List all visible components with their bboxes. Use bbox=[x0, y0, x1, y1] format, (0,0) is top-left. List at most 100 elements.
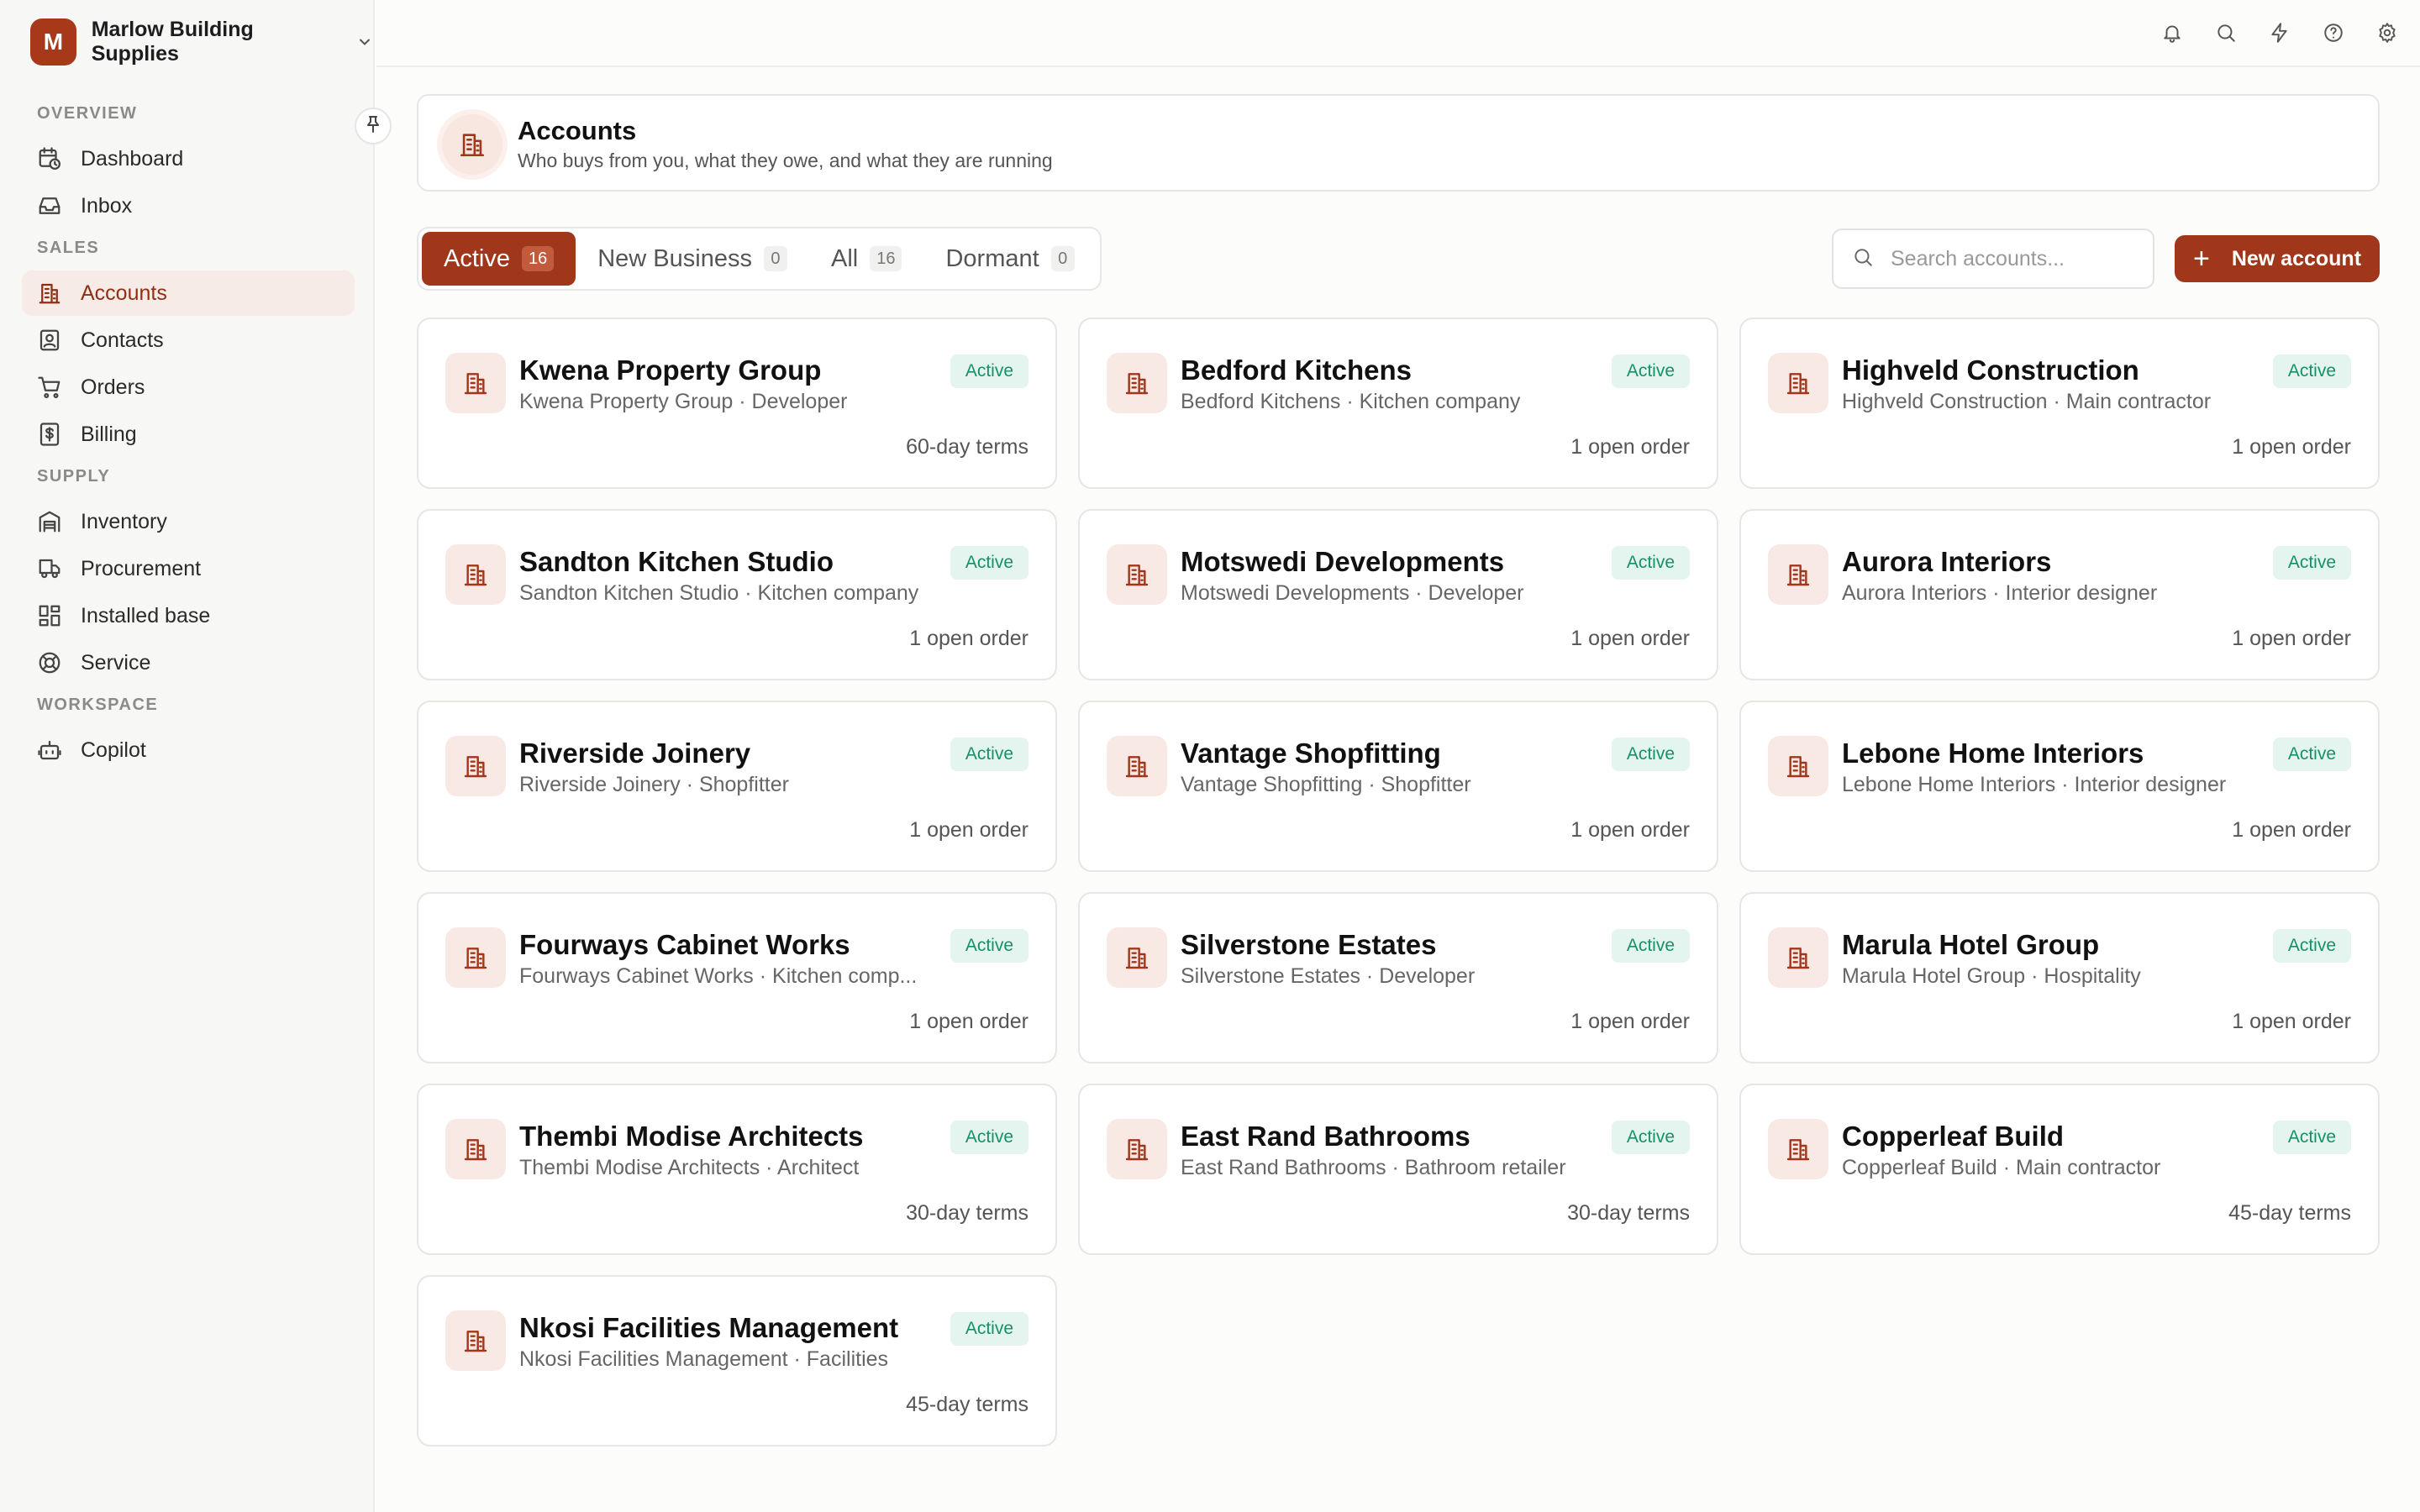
sidebar-item-label: Inbox bbox=[81, 193, 133, 218]
account-name: Lebone Home Interiors bbox=[1842, 738, 2144, 769]
topbar bbox=[376, 0, 2420, 67]
building-icon bbox=[1107, 353, 1167, 413]
account-card[interactable]: East Rand Bathrooms East Rand Bathrooms ·… bbox=[1078, 1084, 1718, 1255]
sidebar-item-accounts[interactable]: Accounts bbox=[22, 270, 355, 316]
sidebar-item-procurement[interactable]: Procurement bbox=[22, 546, 355, 591]
pin-sidebar-button[interactable] bbox=[355, 108, 392, 144]
status-badge: Active bbox=[2272, 354, 2351, 388]
sidebar-item-installed-base[interactable]: Installed base bbox=[22, 593, 355, 638]
tab-all[interactable]: All 16 bbox=[809, 232, 923, 286]
account-meta: 30-day terms bbox=[1567, 1201, 1690, 1225]
building-icon bbox=[442, 114, 502, 175]
account-filter-tabs: Active 16 New Business 0 All 16 Dormant … bbox=[417, 227, 1102, 291]
account-card[interactable]: Fourways Cabinet Works Fourways Cabinet W… bbox=[417, 892, 1057, 1063]
account-subtitle: Thembi Modise Architects · Architect bbox=[519, 1156, 860, 1179]
new-account-button[interactable]: + New account bbox=[2175, 235, 2380, 282]
building-icon bbox=[1768, 1119, 1828, 1179]
building-icon bbox=[1107, 1119, 1167, 1179]
account-card[interactable]: Vantage Shopfitting Vantage Shopfitting ·… bbox=[1078, 701, 1718, 872]
account-card[interactable]: Bedford Kitchens Bedford Kitchens · Kitch… bbox=[1078, 318, 1718, 489]
sidebar-item-billing[interactable]: Billing bbox=[22, 412, 355, 457]
building-icon bbox=[1768, 353, 1828, 413]
building-icon bbox=[445, 1119, 506, 1179]
account-card[interactable]: Silverstone Estates Silverstone Estates ·… bbox=[1078, 892, 1718, 1063]
account-card[interactable]: Lebone Home Interiors Lebone Home Interio… bbox=[1739, 701, 2380, 872]
account-card[interactable]: Copperleaf Build Copperleaf Build · Main … bbox=[1739, 1084, 2380, 1255]
account-meta: 30-day terms bbox=[906, 1201, 1028, 1225]
status-badge: Active bbox=[1611, 929, 1690, 963]
tab-new-business[interactable]: New Business 0 bbox=[576, 232, 809, 286]
account-card[interactable]: Highveld Construction Highveld Constructi… bbox=[1739, 318, 2380, 489]
nav-section-sales: SALES bbox=[37, 239, 100, 257]
sidebar-item-label: Service bbox=[81, 650, 151, 675]
status-badge: Active bbox=[1611, 1121, 1690, 1154]
search-icon bbox=[1852, 246, 1874, 272]
status-badge: Active bbox=[1611, 738, 1690, 771]
building-icon bbox=[1107, 927, 1167, 988]
bell-icon[interactable] bbox=[2158, 18, 2186, 47]
account-name: Marula Hotel Group bbox=[1842, 929, 2100, 960]
pin-icon bbox=[363, 114, 383, 139]
account-meta: 1 open order bbox=[1570, 627, 1690, 650]
account-subtitle: Bedford Kitchens · Kitchen company bbox=[1181, 390, 1521, 413]
sidebar-item-label: Contacts bbox=[81, 328, 164, 352]
grid-icon bbox=[37, 603, 62, 628]
sidebar-item-inbox[interactable]: Inbox bbox=[22, 183, 355, 228]
search-icon[interactable] bbox=[2212, 18, 2240, 47]
sidebar-item-inventory[interactable]: Inventory bbox=[22, 499, 355, 544]
account-name: Motswedi Developments bbox=[1181, 546, 1505, 577]
sidebar-item-copilot[interactable]: Copilot bbox=[22, 727, 355, 773]
account-subtitle: Sandton Kitchen Studio · Kitchen company bbox=[519, 581, 919, 605]
bot-icon bbox=[37, 738, 62, 763]
sidebar-item-label: Procurement bbox=[81, 556, 202, 580]
nav-section-overview: OVERVIEW bbox=[37, 104, 138, 123]
plus-icon: + bbox=[2192, 243, 2210, 275]
account-subtitle: Motswedi Developments · Developer bbox=[1181, 581, 1524, 605]
account-card[interactable]: Aurora Interiors Aurora Interiors · Inter… bbox=[1739, 509, 2380, 680]
account-subtitle: East Rand Bathrooms · Bathroom retailer bbox=[1181, 1156, 1566, 1179]
status-badge: Active bbox=[2272, 929, 2351, 963]
account-name: Fourways Cabinet Works bbox=[519, 929, 850, 960]
sidebar-item-label: Dashboard bbox=[81, 146, 184, 171]
bolt-icon[interactable] bbox=[2265, 18, 2294, 47]
account-card[interactable]: Nkosi Facilities Management Nkosi Facilit… bbox=[417, 1275, 1057, 1446]
status-badge: Active bbox=[2272, 738, 2351, 771]
account-name: Kwena Property Group bbox=[519, 354, 822, 386]
account-meta: 1 open order bbox=[1570, 1010, 1690, 1033]
building-icon bbox=[445, 1310, 506, 1371]
help-icon[interactable] bbox=[2319, 18, 2348, 47]
account-card[interactable]: Kwena Property Group Kwena Property Group… bbox=[417, 318, 1057, 489]
calendar-clock-icon bbox=[37, 146, 62, 171]
account-card[interactable]: Thembi Modise Architects Thembi Modise Ar… bbox=[417, 1084, 1057, 1255]
workspace-switcher[interactable]: M Marlow Building Supplies bbox=[30, 18, 373, 66]
account-card[interactable]: Motswedi Developments Motswedi Developmen… bbox=[1078, 509, 1718, 680]
account-subtitle: Highveld Construction · Main contractor bbox=[1842, 390, 2212, 413]
sidebar: M Marlow Building Supplies OVERVIEW Dash… bbox=[0, 0, 392, 1512]
tab-active[interactable]: Active 16 bbox=[422, 232, 576, 286]
gear-icon[interactable] bbox=[2373, 18, 2402, 47]
status-badge: Active bbox=[950, 738, 1028, 771]
sidebar-item-dashboard[interactable]: Dashboard bbox=[22, 136, 355, 181]
page-subtitle: Who buys from you, what they owe, and wh… bbox=[518, 150, 1053, 171]
building-icon bbox=[1107, 544, 1167, 605]
tab-label: Active bbox=[444, 244, 510, 272]
account-subtitle: Lebone Home Interiors · Interior designe… bbox=[1842, 773, 2227, 796]
tab-dormant[interactable]: Dormant 0 bbox=[923, 232, 1096, 286]
account-card[interactable]: Sandton Kitchen Studio Sandton Kitchen St… bbox=[417, 509, 1057, 680]
cart-icon bbox=[37, 375, 62, 400]
sidebar-item-orders[interactable]: Orders bbox=[22, 365, 355, 410]
dollar-file-icon bbox=[37, 422, 62, 447]
search-input[interactable] bbox=[1891, 246, 2143, 271]
account-meta: 1 open order bbox=[1570, 435, 1690, 459]
sidebar-item-service[interactable]: Service bbox=[22, 640, 355, 685]
sidebar-item-label: Copilot bbox=[81, 738, 146, 762]
account-meta: 1 open order bbox=[909, 1010, 1028, 1033]
building-icon bbox=[1768, 927, 1828, 988]
tab-label: All bbox=[830, 244, 859, 272]
account-card[interactable]: Marula Hotel Group Marula Hotel Group · H… bbox=[1739, 892, 2380, 1063]
account-meta: 45-day terms bbox=[906, 1393, 1028, 1416]
brand-name: Marlow Building Supplies bbox=[91, 18, 254, 66]
sidebar-item-contacts[interactable]: Contacts bbox=[22, 318, 355, 363]
account-meta: 1 open order bbox=[1570, 818, 1690, 842]
account-card[interactable]: Riverside Joinery Riverside Joinery · Sho… bbox=[417, 701, 1057, 872]
